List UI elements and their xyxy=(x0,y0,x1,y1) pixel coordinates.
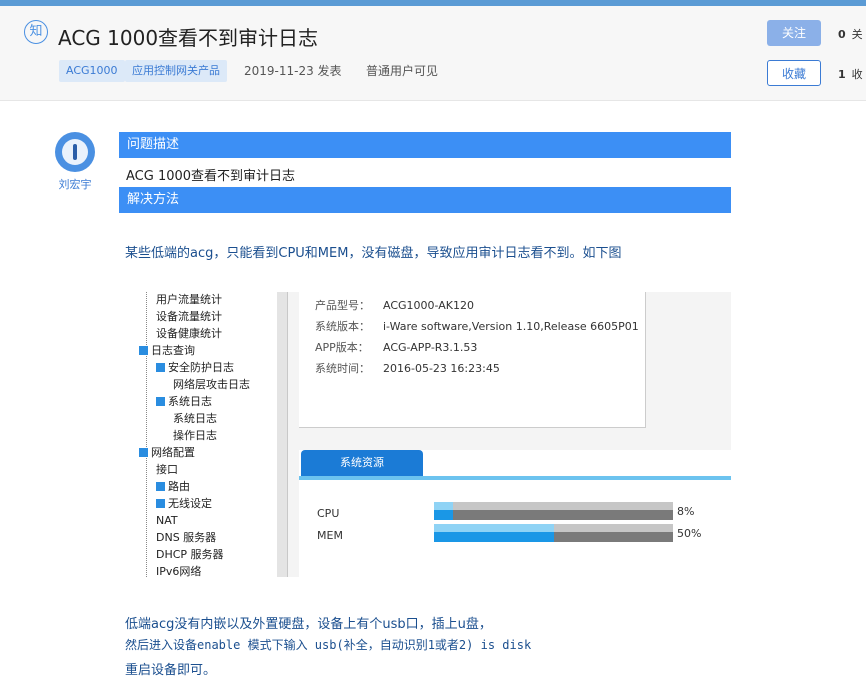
article-header: 知 ACG 1000查看不到审计日志 ACG1000 应用控制网关产品 2019… xyxy=(0,6,866,101)
tree-guide-line xyxy=(146,292,148,577)
cpu-percent: 8% xyxy=(677,505,695,518)
tree-item: 系统日志 xyxy=(173,412,217,425)
panel-divider xyxy=(299,476,731,480)
tree-item: 操作日志 xyxy=(173,429,217,442)
tab-system-resources: 系统资源 xyxy=(301,450,423,476)
favorite-count: 1收 xyxy=(838,68,863,81)
folder-icon xyxy=(156,363,165,372)
folder-icon xyxy=(156,397,165,406)
tree-item-folder: 网络配置 xyxy=(139,445,195,461)
publish-date: 2019-11-23 发表 xyxy=(244,64,342,78)
body-paragraph-3: 然后进入设备enable 模式下输入 usb(补全，自动识别1或者2) is d… xyxy=(125,638,532,652)
tree-item-folder: 日志查询 xyxy=(139,343,195,359)
problem-section-header: 问题描述 xyxy=(119,132,731,158)
system-resources-panel: 系统资源 CPU 8% MEM 50% xyxy=(299,450,731,577)
mem-label: MEM xyxy=(317,529,343,542)
info-row-time: 系统时间： 2016-05-23 16:23:45 xyxy=(315,362,500,375)
info-row-app: APP版本： ACG-APP-R3.1.53 xyxy=(315,341,478,354)
tree-item: NAT xyxy=(156,514,178,527)
visibility-label: 普通用户可见 xyxy=(366,64,439,78)
tree-item: 网络层攻击日志 xyxy=(173,378,250,391)
knowledge-icon: 知 xyxy=(24,20,48,44)
tree-item: 设备健康统计 xyxy=(156,327,222,340)
folder-icon xyxy=(156,499,165,508)
folder-icon xyxy=(139,346,148,355)
mem-bar-fill xyxy=(434,532,554,542)
tree-item-folder: 无线设定 xyxy=(156,496,212,512)
tree-item: DHCP 服务器 xyxy=(156,548,224,561)
cpu-bar-highlight xyxy=(434,502,454,510)
tree-item-folder: 系统日志 xyxy=(156,394,212,410)
body-paragraph-1: 某些低端的acg，只能看到CPU和MEM，没有磁盘，导致应用审计日志看不到。如下… xyxy=(125,246,622,261)
tree-item-folder: 安全防护日志 xyxy=(156,360,234,376)
folder-icon xyxy=(139,448,148,457)
folder-icon xyxy=(156,482,165,491)
mem-progress-bar xyxy=(434,524,673,542)
follow-button[interactable]: 关注 xyxy=(767,20,821,46)
info-row-model: 产品型号： ACG1000-AK120 xyxy=(315,299,474,312)
tag-product[interactable]: 应用控制网关产品 xyxy=(125,60,227,82)
favorite-button[interactable]: 收藏 xyxy=(767,60,821,86)
tree-item-folder: 路由 xyxy=(156,479,190,495)
mem-bar-highlight xyxy=(434,524,554,532)
body-paragraph-4: 重启设备即可。 xyxy=(125,663,217,678)
tree-scrollbar xyxy=(277,292,288,577)
cpu-label: CPU xyxy=(317,507,340,520)
tree-item: 设备流量统计 xyxy=(156,310,222,323)
embedded-screenshot: 用户流量统计 设备流量统计 设备健康统计 日志查询 安全防护日志 网络层攻击日志… xyxy=(127,292,731,577)
system-info-panel: 产品型号： ACG1000-AK120 系统版本： i-Ware software,… xyxy=(299,292,646,428)
cpu-progress-bar xyxy=(434,502,673,520)
tag-acg1000[interactable]: ACG1000 xyxy=(59,60,125,82)
avatar[interactable] xyxy=(55,132,95,172)
avatar-tie-icon xyxy=(73,144,77,160)
cpu-bar-track xyxy=(434,510,673,520)
nav-tree: 用户流量统计 设备流量统计 设备健康统计 日志查询 安全防护日志 网络层攻击日志… xyxy=(127,292,278,577)
tree-item: IPv6网络 xyxy=(156,565,202,577)
mem-percent: 50% xyxy=(677,527,702,540)
tree-item: DNS 服务器 xyxy=(156,531,217,544)
tree-item: 用户流量统计 xyxy=(156,293,222,306)
follow-count: 0关 xyxy=(838,28,863,41)
problem-text: ACG 1000查看不到审计日志 xyxy=(126,169,296,184)
solution-section-header: 解决方法 xyxy=(119,187,731,213)
tree-item: 接口 xyxy=(156,463,178,476)
page-title: ACG 1000查看不到审计日志 xyxy=(58,26,319,50)
author-name[interactable]: 刘宏宇 xyxy=(47,176,103,192)
cpu-bar-fill xyxy=(434,510,454,520)
body-paragraph-2: 低端acg没有内嵌以及外置硬盘，设备上有个usb口，插上u盘， xyxy=(125,617,492,632)
info-row-version: 系统版本： i-Ware software,Version 1.10,Releas… xyxy=(315,320,639,333)
